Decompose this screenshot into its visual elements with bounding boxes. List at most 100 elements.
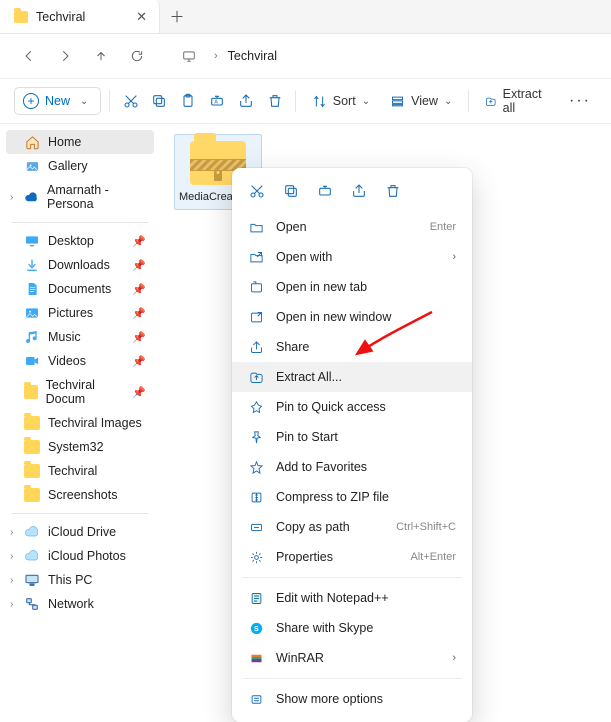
sort-button[interactable]: Sort⌄ — [304, 90, 378, 113]
title-bar: Techviral ✕ ＋ — [0, 0, 611, 34]
new-window-icon — [248, 309, 264, 325]
menu-item-properties[interactable]: PropertiesAlt+Enter — [232, 542, 472, 572]
cloud-icon — [24, 190, 39, 204]
sidebar-item-documents[interactable]: Documents📌 — [6, 277, 154, 301]
svg-text:S: S — [254, 626, 259, 633]
pin-icon — [248, 399, 264, 415]
menu-item-show-more[interactable]: Show more options — [232, 684, 472, 714]
delete-button[interactable] — [262, 86, 287, 116]
chevron-right-icon[interactable]: › — [10, 551, 13, 562]
notepad-icon — [248, 590, 264, 606]
menu-item-edit-notepad[interactable]: Edit with Notepad++ — [232, 583, 472, 613]
picture-icon — [24, 306, 40, 320]
sidebar-item-videos[interactable]: Videos📌 — [6, 349, 154, 373]
forward-button[interactable] — [50, 41, 80, 71]
sidebar-item-downloads[interactable]: Downloads📌 — [6, 253, 154, 277]
menu-item-open-new-tab[interactable]: Open in new tab — [232, 272, 472, 302]
menu-item-extract-all[interactable]: Extract All... — [232, 362, 472, 392]
plus-circle-icon: + — [23, 93, 39, 109]
refresh-button[interactable] — [122, 41, 152, 71]
sidebar-item-folder[interactable]: Techviral — [6, 459, 154, 483]
pin-icon: 📌 — [132, 283, 146, 296]
new-label: New — [45, 94, 70, 108]
command-bar: + New ⌄ A Sort⌄ View⌄ Extract all ··· — [0, 78, 611, 124]
new-button[interactable]: + New ⌄ — [14, 87, 101, 115]
nav-bar: › Techviral — [0, 34, 611, 78]
menu-item-add-favorites[interactable]: Add to Favorites — [232, 452, 472, 482]
sidebar-item-icloud-drive[interactable]: ›iCloud Drive — [6, 520, 154, 544]
pin-icon: 📌 — [132, 235, 146, 248]
ctx-cut-button[interactable] — [246, 180, 268, 202]
view-button[interactable]: View⌄ — [382, 90, 460, 113]
pc-icon[interactable] — [174, 41, 204, 71]
sidebar-item-folder[interactable]: System32 — [6, 435, 154, 459]
ctx-share-button[interactable] — [348, 180, 370, 202]
sidebar-item-pictures[interactable]: Pictures📌 — [6, 301, 154, 325]
menu-item-open-with[interactable]: Open with› — [232, 242, 472, 272]
menu-item-open-new-window[interactable]: Open in new window — [232, 302, 472, 332]
up-button[interactable] — [86, 41, 116, 71]
sidebar-item-this-pc[interactable]: ›This PC — [6, 568, 154, 592]
menu-item-copy-path[interactable]: Copy as pathCtrl+Shift+C — [232, 512, 472, 542]
ctx-delete-button[interactable] — [382, 180, 404, 202]
navigation-pane: Home Gallery › Amarnath - Persona Deskto… — [0, 124, 160, 640]
sidebar-item-desktop[interactable]: Desktop📌 — [6, 229, 154, 253]
new-tab-button[interactable]: ＋ — [160, 0, 194, 33]
folder-icon — [14, 11, 28, 23]
sidebar-item-icloud-photos[interactable]: ›iCloud Photos — [6, 544, 154, 568]
more-button[interactable]: ··· — [563, 92, 597, 110]
menu-item-compress[interactable]: Compress to ZIP file — [232, 482, 472, 512]
folder-icon — [24, 416, 40, 430]
pin-icon — [248, 429, 264, 445]
menu-item-winrar[interactable]: WinRAR› — [232, 643, 472, 673]
sidebar-item-gallery[interactable]: Gallery — [6, 154, 154, 178]
breadcrumb-item[interactable]: Techviral — [228, 49, 277, 63]
ctx-copy-button[interactable] — [280, 180, 302, 202]
star-icon — [248, 459, 264, 475]
sidebar-item-onedrive[interactable]: › Amarnath - Persona — [6, 178, 154, 216]
sidebar-item-folder[interactable]: Techviral Docum📌 — [6, 373, 154, 411]
sidebar-item-network[interactable]: ›Network — [6, 592, 154, 616]
download-icon — [24, 258, 40, 272]
menu-item-open[interactable]: OpenEnter — [232, 212, 472, 242]
open-icon — [248, 219, 264, 235]
sidebar-item-home[interactable]: Home — [6, 130, 154, 154]
close-tab-icon[interactable]: ✕ — [136, 9, 147, 25]
video-icon — [24, 354, 40, 368]
chevron-right-icon[interactable]: › — [10, 527, 13, 538]
sidebar-item-folder[interactable]: Techviral Images — [6, 411, 154, 435]
share-button[interactable] — [233, 86, 258, 116]
zip-icon — [248, 489, 264, 505]
desktop-icon — [24, 234, 40, 248]
music-icon — [24, 330, 40, 344]
winrar-icon — [248, 650, 264, 666]
path-icon — [248, 519, 264, 535]
folder-icon — [24, 488, 40, 502]
chevron-right-icon[interactable]: › — [10, 599, 13, 610]
ctx-rename-button[interactable] — [314, 180, 336, 202]
properties-icon — [248, 549, 264, 565]
paste-button[interactable] — [176, 86, 201, 116]
chevron-right-icon[interactable]: › — [10, 575, 13, 586]
browser-tab[interactable]: Techviral ✕ — [0, 0, 160, 33]
chevron-right-icon[interactable]: › — [10, 192, 13, 203]
cut-button[interactable] — [118, 86, 143, 116]
pin-icon: 📌 — [132, 355, 146, 368]
copy-button[interactable] — [147, 86, 172, 116]
folder-icon — [24, 464, 40, 478]
tab-title: Techviral — [36, 10, 85, 24]
rename-button[interactable]: A — [205, 86, 230, 116]
extract-all-button[interactable]: Extract all — [477, 83, 553, 119]
menu-item-pin-quick[interactable]: Pin to Quick access — [232, 392, 472, 422]
new-tab-icon — [248, 279, 264, 295]
svg-text:A: A — [214, 100, 218, 106]
network-icon — [24, 597, 40, 611]
menu-item-share[interactable]: Share — [232, 332, 472, 362]
pin-icon: 📌 — [132, 386, 146, 399]
menu-item-share-skype[interactable]: SShare with Skype — [232, 613, 472, 643]
folder-icon — [24, 440, 40, 454]
back-button[interactable] — [14, 41, 44, 71]
menu-item-pin-start[interactable]: Pin to Start — [232, 422, 472, 452]
sidebar-item-folder[interactable]: Screenshots — [6, 483, 154, 507]
sidebar-item-music[interactable]: Music📌 — [6, 325, 154, 349]
